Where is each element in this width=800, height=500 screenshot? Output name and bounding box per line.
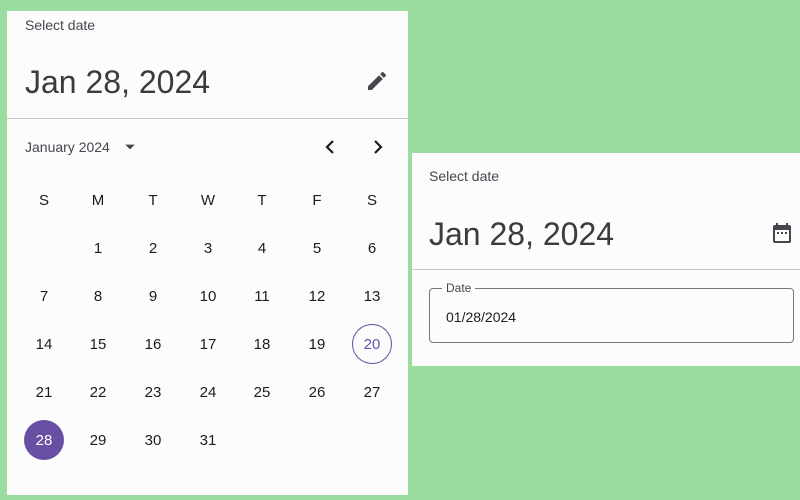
weekday-header: M	[91, 191, 105, 209]
date-picker-input: Select date Jan 28, 2024 Date	[412, 153, 800, 366]
day-today[interactable]: 20	[352, 324, 392, 364]
day-cell[interactable]: 24	[188, 372, 228, 412]
picker-title: Select date	[429, 168, 500, 184]
day-cell[interactable]: 3	[188, 228, 228, 268]
day-cell[interactable]: 16	[133, 324, 173, 364]
day-cell[interactable]: 27	[352, 372, 392, 412]
day-cell[interactable]: 4	[242, 228, 282, 268]
day-cell[interactable]: 2	[133, 228, 173, 268]
day-cell[interactable]: 17	[188, 324, 228, 364]
day-selected[interactable]: 28	[24, 420, 64, 460]
day-cell[interactable]: 26	[297, 372, 337, 412]
day-cell[interactable]: 23	[133, 372, 173, 412]
divider	[412, 269, 800, 270]
day-cell[interactable]: 13	[352, 276, 392, 316]
date-picker-calendar: Select date Jan 28, 2024 January 2024 S M…	[7, 11, 408, 495]
date-field[interactable]: Date	[429, 281, 794, 343]
day-cell[interactable]: 10	[188, 276, 228, 316]
weekday-header: S	[38, 191, 49, 209]
date-field-label: Date	[442, 281, 476, 295]
day-cell[interactable]: 19	[297, 324, 337, 364]
day-cell[interactable]: 14	[24, 324, 64, 364]
day-cell[interactable]: 7	[24, 276, 64, 316]
dropdown-arrow-icon	[125, 144, 135, 150]
month-year-dropdown[interactable]: January 2024	[25, 139, 136, 155]
day-cell[interactable]: 1	[78, 228, 118, 268]
pencil-icon[interactable]	[365, 69, 389, 93]
calendar-icon[interactable]	[770, 221, 794, 245]
selected-date-headline: Jan 28, 2024	[25, 64, 211, 100]
day-cell[interactable]: 30	[133, 420, 173, 460]
day-cell[interactable]: 8	[78, 276, 118, 316]
day-cell[interactable]: 15	[78, 324, 118, 364]
date-input[interactable]	[446, 309, 766, 325]
day-cell[interactable]: 29	[78, 420, 118, 460]
divider	[7, 118, 408, 119]
day-cell[interactable]: 12	[297, 276, 337, 316]
day-cell[interactable]: 25	[242, 372, 282, 412]
weekday-header: F	[312, 191, 322, 209]
weekday-header: S	[366, 191, 377, 209]
day-cell[interactable]: 22	[78, 372, 118, 412]
day-cell[interactable]: 9	[133, 276, 173, 316]
selected-date-headline: Jan 28, 2024	[429, 216, 615, 252]
day-cell[interactable]: 5	[297, 228, 337, 268]
day-cell[interactable]: 21	[24, 372, 64, 412]
day-cell[interactable]: 31	[188, 420, 228, 460]
picker-title: Select date	[25, 17, 96, 33]
weekday-header: W	[200, 191, 216, 209]
month-label: January 2024	[25, 139, 110, 155]
day-cell[interactable]: 6	[352, 228, 392, 268]
day-cell[interactable]: 11	[242, 276, 282, 316]
next-month-button[interactable]	[366, 135, 390, 159]
weekday-header: T	[257, 191, 267, 209]
previous-month-button[interactable]	[318, 135, 342, 159]
weekday-header: T	[148, 191, 158, 209]
day-cell[interactable]: 18	[242, 324, 282, 364]
